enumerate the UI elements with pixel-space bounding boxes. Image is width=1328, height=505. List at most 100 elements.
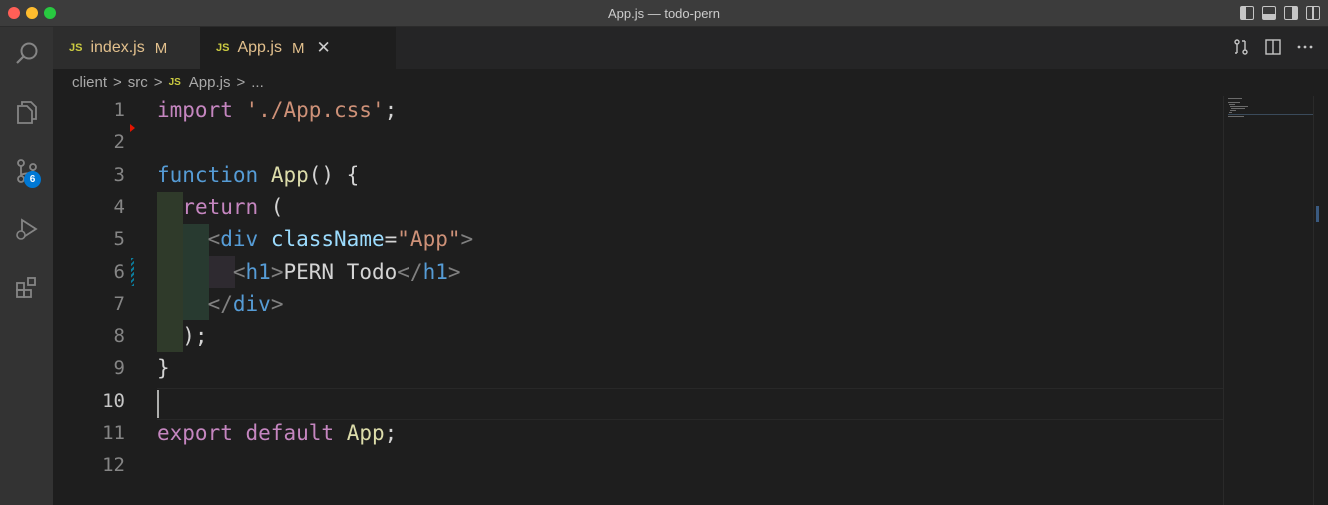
code-token: >	[447, 259, 461, 284]
explorer-view-button[interactable]	[0, 88, 53, 136]
close-tab-icon[interactable]: ✕	[316, 38, 330, 58]
code-token: (	[258, 194, 284, 219]
editor-actions	[1232, 38, 1314, 56]
code-token: );	[157, 324, 208, 349]
toggle-primary-sidebar-icon[interactable]	[1240, 6, 1254, 20]
toggle-panel-icon[interactable]	[1262, 6, 1276, 20]
tab-label: App.js	[237, 39, 282, 56]
run-debug-icon	[15, 218, 38, 240]
title-bar: App.js — todo-pern	[0, 0, 1328, 27]
minimap-line	[1229, 104, 1235, 105]
code-line[interactable]: 10	[53, 387, 1223, 419]
split-editor-icon[interactable]	[1264, 38, 1282, 56]
code-token: function	[157, 162, 259, 187]
code-token: >	[460, 227, 474, 252]
code-token: () {	[308, 162, 360, 187]
code-text: return (	[157, 195, 283, 219]
code-line[interactable]: 4 return (	[53, 193, 1223, 225]
line-number: 3	[113, 163, 125, 186]
line-number: 7	[113, 292, 125, 315]
window-title: App.js — todo-pern	[607, 6, 720, 21]
breadcrumb-separator: >	[153, 74, 163, 91]
code-token: <	[232, 259, 246, 284]
code-line[interactable]: 7 </div>	[53, 290, 1223, 322]
code-token: PERN Todo	[283, 259, 398, 284]
text-cursor	[157, 390, 159, 418]
code-token: </	[207, 291, 233, 316]
toggle-secondary-sidebar-icon[interactable]	[1284, 6, 1298, 20]
line-number: 1	[113, 99, 125, 121]
customize-layout-icon[interactable]	[1306, 6, 1320, 20]
code-text: function App() {	[157, 163, 359, 187]
javascript-file-icon: JS	[168, 77, 181, 88]
modified-indicator: M	[154, 39, 168, 57]
editor-tab-bar: JS index.js M JS App.js M ✕	[53, 27, 1328, 69]
line-number: 5	[113, 228, 125, 251]
breadcrumb-item-src[interactable]: src	[128, 74, 148, 91]
minimap-line	[1231, 108, 1245, 109]
code-token: div	[220, 227, 259, 252]
breadcrumb: client > src > JS App.js > ...	[53, 69, 1328, 96]
code-line[interactable]: 1 import './App.css';	[53, 96, 1223, 128]
code-token: default	[245, 421, 335, 445]
line-number: 6	[113, 260, 125, 283]
code-token: h1	[422, 259, 448, 284]
code-token: <	[207, 227, 221, 252]
run-debug-view-button[interactable]	[0, 205, 53, 253]
code-token: return	[182, 194, 259, 219]
tab-app-js[interactable]: JS App.js M ✕	[200, 27, 396, 69]
breadcrumb-separator: >	[113, 74, 122, 91]
code-token: './App.css'	[245, 98, 385, 122]
code-token: >	[270, 259, 284, 284]
extensions-icon	[15, 277, 36, 298]
source-control-badge: 6	[24, 171, 41, 188]
search-icon	[15, 42, 37, 64]
line-number: 4	[113, 195, 125, 218]
breadcrumb-item-symbols[interactable]: ...	[251, 74, 264, 91]
minimap[interactable]	[1223, 96, 1314, 505]
minimap-line	[1230, 106, 1248, 107]
code-token: >	[270, 291, 284, 316]
line-number: 2	[113, 131, 125, 154]
line-number: 11	[102, 422, 125, 444]
code-token: import	[157, 98, 233, 122]
code-line[interactable]: 5 <div className="App">	[53, 225, 1223, 257]
code-line[interactable]: 11 export default App;	[53, 419, 1223, 451]
scrollbar-thumb[interactable]	[1316, 206, 1319, 222]
tab-label: index.js	[90, 39, 145, 56]
vertical-scrollbar[interactable]	[1313, 96, 1328, 505]
line-number: 8	[113, 325, 125, 348]
tab-index-js[interactable]: JS index.js M	[53, 27, 200, 69]
code-line[interactable]: 8 );	[53, 322, 1223, 354]
code-line[interactable]: 9}	[53, 354, 1223, 386]
minimap-line	[1230, 110, 1236, 111]
code-line[interactable]: 3 function App() {	[53, 161, 1223, 193]
extensions-view-button[interactable]	[0, 263, 53, 311]
code-token: =	[384, 227, 398, 252]
breadcrumb-item-client[interactable]: client	[72, 74, 107, 91]
code-line[interactable]: 6 <h1>PERN Todo</h1>	[53, 258, 1223, 290]
modified-indicator: M	[291, 39, 305, 57]
code-text: <h1>PERN Todo</h1>	[157, 260, 461, 284]
search-view-button[interactable]	[0, 30, 53, 78]
code-text: export default App;	[157, 421, 397, 445]
code-text: }	[157, 356, 170, 380]
more-actions-icon[interactable]	[1296, 38, 1314, 56]
code-token: h1	[245, 259, 271, 284]
open-changes-icon[interactable]	[1232, 38, 1250, 56]
code-token: export	[157, 421, 233, 445]
code-editor[interactable]: 1 import './App.css'; 2 3 function App() {4 …	[53, 96, 1328, 505]
breadcrumb-item-file[interactable]: App.js	[189, 74, 231, 91]
source-control-view-button[interactable]: 6	[0, 147, 53, 195]
code-text: <div className="App">	[157, 227, 474, 252]
code-line[interactable]: 12	[53, 451, 1223, 483]
code-line[interactable]: 2	[53, 128, 1223, 160]
minimap-line	[1229, 112, 1232, 113]
layout-controls	[1240, 6, 1320, 20]
